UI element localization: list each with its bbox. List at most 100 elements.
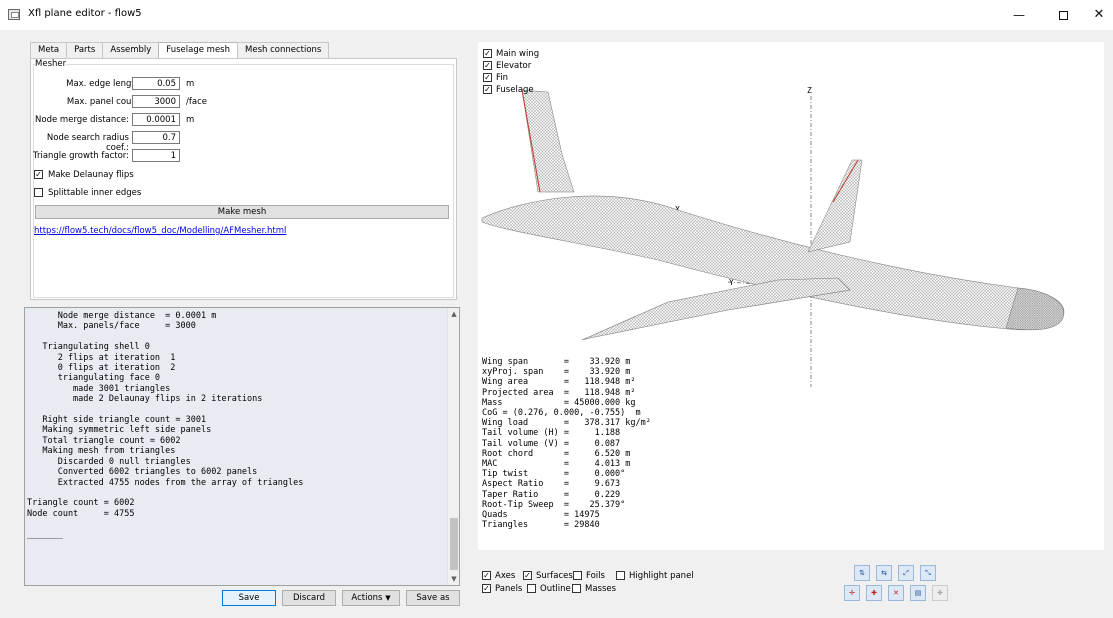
log-line: 2 flips at iteration 1 — [27, 352, 176, 363]
triangle-growth-factor-input[interactable]: 1 — [132, 149, 180, 162]
surfaces-checkbox[interactable]: ✓ — [523, 571, 532, 580]
outline-checkbox[interactable] — [527, 584, 536, 593]
surfaces-label: Surfaces — [536, 571, 573, 581]
log-console[interactable]: Node merge distance = 0.0001 m Max. pane… — [24, 307, 460, 586]
max-panel-count-input[interactable]: 3000 — [132, 95, 180, 108]
panels-label: Panels — [495, 584, 523, 594]
scroll-thumb[interactable] — [450, 518, 458, 570]
node-merge-distance-input[interactable]: 0.0001 — [132, 113, 180, 126]
node-search-radius-label: Node search radius coef.: — [46, 133, 129, 153]
log-line: Triangulating shell 0 — [27, 342, 150, 353]
console-scrollbar[interactable]: ▲ ▼ — [447, 308, 459, 585]
3d-viewport[interactable]: Z X Y ✓ Main wing ✓ Elevator ✓ Fin ✓ Fus… — [478, 42, 1104, 550]
stats-line: Projected area = 118.948 m² — [482, 387, 636, 398]
max-edge-length-input[interactable]: 0.05 — [132, 77, 180, 90]
stats-line: Root chord = 6.520 m — [482, 448, 631, 459]
log-line: Total triangle count = 6002 — [27, 435, 181, 446]
stats-line: Aspect Ratio = 9.673 — [482, 479, 621, 490]
elevator-checkbox[interactable]: ✓ — [483, 61, 492, 70]
editor-tabs: Meta Parts Assembly Fuselage mesh Mesh c… — [30, 42, 330, 59]
pick-center-icon[interactable]: ✚ — [932, 585, 948, 601]
log-line: Max. panels/face = 3000 — [27, 321, 196, 332]
aircraft-stats: Wing span = 33.920 m xyProj. span = 33.92… — [482, 357, 651, 530]
main-wing — [581, 277, 851, 341]
log-line: Making mesh from triangles — [27, 446, 176, 457]
tab-parts[interactable]: Parts — [66, 42, 104, 58]
title-bar: Xfl plane editor - flow5 — ✕ — [0, 0, 1113, 30]
top-view-icon[interactable]: ⤢ — [898, 565, 914, 581]
maximize-icon — [1058, 11, 1068, 20]
tab-mesh-connections[interactable]: Mesh connections — [237, 42, 330, 58]
node-merge-distance-unit: m — [186, 115, 195, 125]
doc-link[interactable]: https://flow5.tech/docs/flow5_doc/Modell… — [34, 226, 286, 236]
stats-line: CoG = (0.276, 0.000, -0.755) m — [482, 408, 641, 419]
close-button[interactable]: ✕ — [1084, 4, 1113, 26]
stats-line: Taper Ratio = 0.229 — [482, 489, 621, 500]
log-line: Converted 6002 triangles to 6002 panels — [27, 467, 258, 478]
window-title: Xfl plane editor - flow5 — [28, 8, 142, 19]
delaunay-label: Make Delaunay flips — [48, 170, 134, 180]
stats-line: Triangles = 29840 — [482, 520, 600, 531]
log-line: Extracted 4755 nodes from the array of t… — [27, 477, 304, 488]
delaunay-checkbox[interactable]: ✓ — [34, 170, 43, 179]
tab-assembly[interactable]: Assembly — [102, 42, 160, 58]
elevator-label: Elevator — [496, 61, 532, 71]
save-as-button[interactable]: Save as — [406, 590, 460, 606]
fin-label: Fin — [496, 73, 509, 83]
stats-line: Root-Tip Sweep = 25.379° — [482, 499, 626, 510]
masses-label: Masses — [585, 584, 617, 594]
panels-checkbox[interactable]: ✓ — [482, 584, 491, 593]
tab-meta[interactable]: Meta — [30, 42, 68, 58]
highlight-panel-checkbox[interactable] — [616, 571, 625, 580]
clip-plane-icon[interactable]: ▤ — [910, 585, 926, 601]
splittable-checkbox[interactable] — [34, 188, 43, 197]
discard-button[interactable]: Discard — [282, 590, 336, 606]
log-line: _______ — [27, 529, 63, 540]
node-search-radius-input[interactable]: 0.7 — [132, 131, 180, 144]
fuselage — [481, 195, 1065, 331]
foils-label: Foils — [586, 571, 605, 581]
scroll-down-icon[interactable]: ▼ — [448, 573, 459, 585]
log-line: Discarded 0 null triangles — [27, 456, 191, 467]
log-line: Right side triangle count = 3001 — [27, 415, 207, 426]
mesher-group-label: Mesher — [35, 59, 67, 69]
tab-fuselage-mesh[interactable]: Fuselage mesh — [158, 42, 238, 59]
minimize-button[interactable]: — — [1004, 4, 1034, 26]
log-line: Making symmetric left side panels — [27, 425, 212, 436]
zoom-window-icon[interactable]: ✕ — [888, 585, 904, 601]
fin-checkbox[interactable]: ✓ — [483, 73, 492, 82]
make-mesh-button[interactable]: Make mesh — [35, 205, 449, 219]
save-button[interactable]: Save — [222, 590, 276, 606]
tail-fin — [521, 89, 575, 193]
side-view-icon[interactable]: ⇆ — [876, 565, 892, 581]
reset-view-icon[interactable]: ✛ — [844, 585, 860, 601]
stats-line: xyProj. span = 33.920 m — [482, 367, 631, 378]
highlight-panel-label: Highlight panel — [629, 571, 694, 581]
max-panel-count-label: Max. panel count: — [66, 97, 143, 107]
fuselage-checkbox[interactable]: ✓ — [483, 85, 492, 94]
front-view-icon[interactable]: ⇅ — [854, 565, 870, 581]
max-edge-length-unit: m — [186, 79, 195, 89]
outline-label: Outline — [540, 584, 571, 594]
iso-view-icon[interactable]: ⤡ — [920, 565, 936, 581]
triangle-growth-factor-label: Triangle growth factor: — [33, 151, 129, 161]
stats-line: Mass = 45000.000 kg — [482, 397, 636, 408]
masses-checkbox[interactable] — [572, 584, 581, 593]
actions-button[interactable]: Actions ▼ — [342, 590, 400, 606]
maximize-button[interactable] — [1048, 4, 1078, 26]
max-edge-length-label: Max. edge length: — [66, 79, 143, 89]
stats-line: Tip twist = 0.000° — [482, 469, 626, 480]
fit-view-icon[interactable]: ✚ — [866, 585, 882, 601]
z-axis-label: Z — [807, 86, 812, 95]
stats-line: Tail volume (V) = 0.087 — [482, 438, 621, 449]
node-merge-distance-label: Node merge distance: — [35, 115, 129, 125]
scroll-up-icon[interactable]: ▲ — [448, 308, 459, 320]
log-line: Node merge distance = 0.0001 m — [27, 311, 217, 321]
main-wing-checkbox[interactable]: ✓ — [483, 49, 492, 58]
foils-checkbox[interactable] — [573, 571, 582, 580]
axes-checkbox[interactable]: ✓ — [482, 571, 491, 580]
